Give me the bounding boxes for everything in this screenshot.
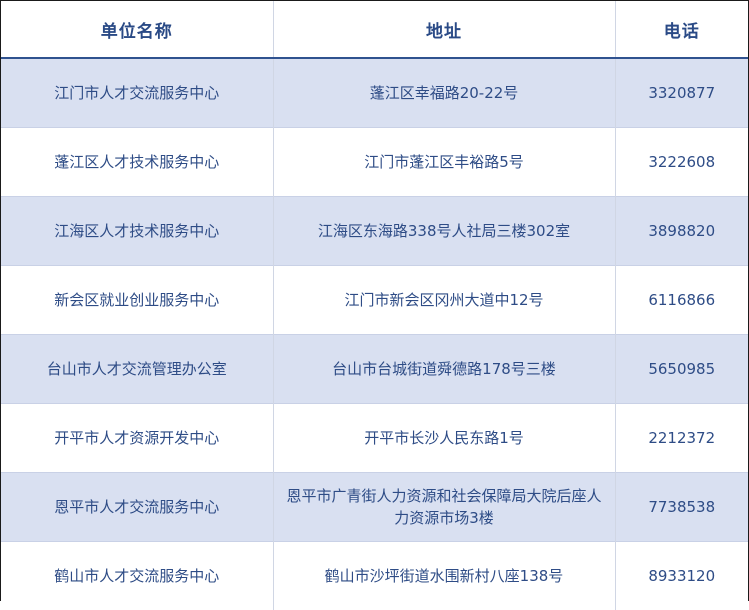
cell-phone: 8933120: [615, 542, 748, 610]
cell-address: 台山市台城街道舜德路178号三楼: [273, 335, 615, 404]
cell-phone: 5650985: [615, 335, 748, 404]
cell-phone: 3320877: [615, 58, 748, 128]
cell-phone: 3222608: [615, 128, 748, 197]
cell-address: 开平市长沙人民东路1号: [273, 404, 615, 473]
cell-phone: 2212372: [615, 404, 748, 473]
table-body: 江门市人才交流服务中心 蓬江区幸福路20-22号 3320877 蓬江区人才技术…: [1, 58, 748, 610]
header-address: 地址: [273, 1, 615, 58]
cell-unit-name: 台山市人才交流管理办公室: [1, 335, 273, 404]
table-row: 台山市人才交流管理办公室 台山市台城街道舜德路178号三楼 5650985: [1, 335, 748, 404]
cell-address: 江门市新会区冈州大道中12号: [273, 266, 615, 335]
table-frame: 单位名称 地址 电话 江门市人才交流服务中心 蓬江区幸福路20-22号 3320…: [0, 0, 749, 601]
table-row: 江海区人才技术服务中心 江海区东海路338号人社局三楼302室 3898820: [1, 197, 748, 266]
agency-directory-table: 单位名称 地址 电话 江门市人才交流服务中心 蓬江区幸福路20-22号 3320…: [1, 1, 748, 610]
table-row: 蓬江区人才技术服务中心 江门市蓬江区丰裕路5号 3222608: [1, 128, 748, 197]
cell-address: 江海区东海路338号人社局三楼302室: [273, 197, 615, 266]
cell-address: 鹤山市沙坪街道水围新村八座138号: [273, 542, 615, 610]
cell-address: 恩平市广青街人力资源和社会保障局大院后座人力资源市场3楼: [273, 473, 615, 542]
cell-unit-name: 新会区就业创业服务中心: [1, 266, 273, 335]
cell-phone: 6116866: [615, 266, 748, 335]
cell-phone: 3898820: [615, 197, 748, 266]
header-row: 单位名称 地址 电话: [1, 1, 748, 58]
table-row: 鹤山市人才交流服务中心 鹤山市沙坪街道水围新村八座138号 8933120: [1, 542, 748, 610]
table-row: 开平市人才资源开发中心 开平市长沙人民东路1号 2212372: [1, 404, 748, 473]
table-header: 单位名称 地址 电话: [1, 1, 748, 58]
header-phone: 电话: [615, 1, 748, 58]
cell-unit-name: 恩平市人才交流服务中心: [1, 473, 273, 542]
cell-unit-name: 蓬江区人才技术服务中心: [1, 128, 273, 197]
cell-unit-name: 江海区人才技术服务中心: [1, 197, 273, 266]
cell-unit-name: 开平市人才资源开发中心: [1, 404, 273, 473]
header-unit-name: 单位名称: [1, 1, 273, 58]
cell-phone: 7738538: [615, 473, 748, 542]
table-row: 新会区就业创业服务中心 江门市新会区冈州大道中12号 6116866: [1, 266, 748, 335]
table-row: 恩平市人才交流服务中心 恩平市广青街人力资源和社会保障局大院后座人力资源市场3楼…: [1, 473, 748, 542]
cell-unit-name: 江门市人才交流服务中心: [1, 58, 273, 128]
cell-address: 江门市蓬江区丰裕路5号: [273, 128, 615, 197]
table-row: 江门市人才交流服务中心 蓬江区幸福路20-22号 3320877: [1, 58, 748, 128]
cell-unit-name: 鹤山市人才交流服务中心: [1, 542, 273, 610]
cell-address: 蓬江区幸福路20-22号: [273, 58, 615, 128]
